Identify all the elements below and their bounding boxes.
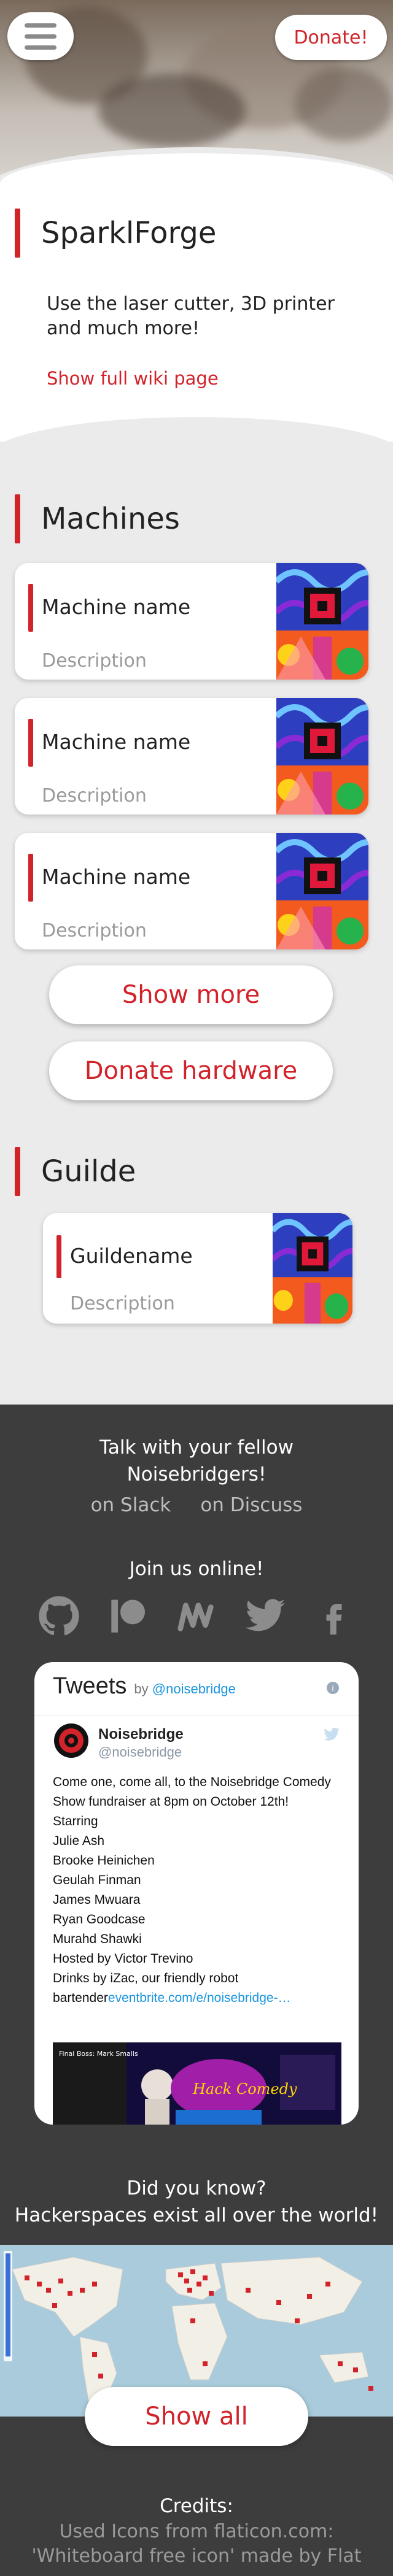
card-accent-bar: [28, 854, 33, 902]
guilds-title: Guilde: [15, 1147, 136, 1196]
placeholder-art-icon: [276, 698, 368, 815]
join-heading: Join us online!: [129, 1558, 264, 1580]
patreon-icon[interactable]: [105, 1593, 150, 1639]
guilds-title-text: Guilde: [41, 1154, 136, 1189]
space-title: SparklForge: [15, 209, 216, 258]
tweet-line: Geulah Finman: [53, 1873, 141, 1887]
tweet-line-text: bartender: [53, 1991, 108, 2005]
tweet-text: Come one, come all, to the Noisebridge C…: [53, 1773, 341, 2008]
noisebridge-logo-icon: [59, 1728, 84, 1753]
machine-card[interactable]: Machine name Description: [15, 833, 368, 949]
show-more-button[interactable]: Show more: [49, 965, 333, 1024]
credits-title: Credits:: [160, 2495, 233, 2517]
meetup-icon[interactable]: [174, 1593, 219, 1639]
placeholder-art-icon: [273, 1213, 352, 1324]
machine-description: Description: [42, 920, 147, 941]
tweet-author-handle[interactable]: @noisebridge: [98, 1744, 182, 1760]
talk-line: Talk with your fellow: [99, 1436, 294, 1459]
twitter-bird-icon: [323, 1726, 340, 1746]
twitter-icon[interactable]: [243, 1593, 288, 1639]
menu-button[interactable]: [7, 12, 74, 60]
card-accent-bar: [56, 1235, 61, 1278]
machine-thumbnail: [276, 698, 368, 815]
facebook-icon[interactable]: [311, 1593, 357, 1639]
machine-name: Machine name: [42, 865, 191, 889]
timeline-by: by: [134, 1681, 149, 1696]
avatar[interactable]: [54, 1723, 88, 1758]
tweet-line: Ryan Goodcase: [53, 1912, 146, 1926]
tweet-line: Starring: [53, 1814, 98, 1828]
donate-hardware-button[interactable]: Donate hardware: [49, 1041, 333, 1100]
discuss-link[interactable]: on Discuss: [200, 1494, 302, 1516]
machine-name: Machine name: [42, 730, 191, 754]
credits-line[interactable]: 'Whiteboard free icon' made by Flat: [0, 2544, 393, 2569]
wiki-link[interactable]: Show full wiki page: [47, 368, 219, 389]
tweet-line: James Mwuara: [53, 1893, 141, 1907]
space-title-text: SparklForge: [41, 216, 217, 250]
tweet-line: Drinks by iZac, our friendly robot: [53, 1971, 239, 1985]
social-icons: [0, 1593, 393, 1639]
hamburger-icon-bar: [25, 23, 56, 28]
machine-thumbnail: [276, 833, 368, 949]
hackerspaces-line: Did you know?: [126, 2177, 267, 2199]
tweet-line: bartendereventbrite.com/e/noisebridge-…: [53, 1988, 341, 2008]
svg-text:Final Boss: Mark Smalls: Final Boss: Mark Smalls: [59, 2050, 138, 2058]
hackerspaces-heading: Did you know? Hackerspaces exist all ove…: [0, 2175, 393, 2229]
hackerspaces-line: Hackerspaces exist all over the world!: [14, 2204, 379, 2226]
hero-photo-shape: [295, 67, 393, 141]
comedy-poster-image: Hack Comedy Final Boss: Mark Smalls: [53, 2042, 341, 2125]
card-accent-bar: [28, 719, 33, 767]
tweet-line: Show fundraiser at 8pm on October 12th!: [53, 1795, 289, 1809]
slack-link[interactable]: on Slack: [91, 1494, 171, 1516]
hamburger-icon-bar: [25, 34, 56, 39]
guild-name: Guildename: [70, 1244, 193, 1268]
tweet-link[interactable]: eventbrite.com/e/noisebridge-…: [108, 1991, 291, 2005]
machines-title-text: Machines: [41, 502, 180, 536]
machines-title: Machines: [15, 494, 180, 543]
section-wave: [0, 417, 393, 485]
timeline-byline: by @noisebridge: [134, 1681, 235, 1697]
credits-text: Used Icons from flaticon.com: 'Whiteboar…: [0, 2520, 393, 2569]
machine-card[interactable]: Machine name Description: [15, 563, 368, 680]
donate-button[interactable]: Donate!: [275, 15, 387, 60]
timeline-title: Tweets: [53, 1673, 127, 1699]
tweet-line: Hosted by Victor Trevino: [53, 1952, 193, 1966]
tweet-line: Brooke Heinichen: [53, 1853, 155, 1868]
space-intro: Use the laser cutter, 3D printer and muc…: [47, 293, 335, 339]
credits-line[interactable]: Used Icons from flaticon.com:: [0, 2520, 393, 2544]
machine-card[interactable]: Machine name Description: [15, 698, 368, 815]
timeline-handle[interactable]: @noisebridge: [152, 1681, 236, 1696]
tweet-author-name[interactable]: Noisebridge: [98, 1726, 184, 1743]
tweet-image[interactable]: Hack Comedy Final Boss: Mark Smalls: [53, 2042, 341, 2125]
info-icon[interactable]: i: [327, 1682, 339, 1694]
machine-description: Description: [42, 650, 147, 672]
guild-card[interactable]: Guildename Description: [43, 1213, 352, 1324]
card-accent-bar: [28, 584, 33, 632]
machine-name: Machine name: [42, 595, 191, 619]
twitter-timeline[interactable]: Tweets by @noisebridge i Noisebridge @no…: [34, 1662, 359, 2125]
tweet-line: Come one, come all, to the Noisebridge C…: [53, 1775, 331, 1789]
tweet-line: Julie Ash: [53, 1834, 105, 1848]
talk-line: Noisebridgers!: [126, 1463, 267, 1485]
hamburger-icon-bar: [25, 45, 56, 50]
guild-thumbnail: [273, 1213, 352, 1324]
svg-text:Hack Comedy: Hack Comedy: [192, 2080, 297, 2098]
guild-description: Description: [70, 1293, 175, 1314]
talk-links: on Slack on Discuss: [0, 1494, 393, 1516]
tweet-line: Murahd Shawki: [53, 1932, 142, 1946]
github-icon[interactable]: [36, 1593, 82, 1639]
machine-thumbnail: [276, 563, 368, 680]
timeline-header: Tweets by @noisebridge: [53, 1673, 236, 1700]
machine-description: Description: [42, 785, 147, 807]
show-all-button[interactable]: Show all: [85, 2387, 308, 2446]
placeholder-art-icon: [276, 833, 368, 949]
hero-photo-shape: [98, 74, 246, 147]
placeholder-art-icon: [276, 563, 368, 680]
talk-heading: Talk with your fellow Noisebridgers!: [0, 1434, 393, 1488]
